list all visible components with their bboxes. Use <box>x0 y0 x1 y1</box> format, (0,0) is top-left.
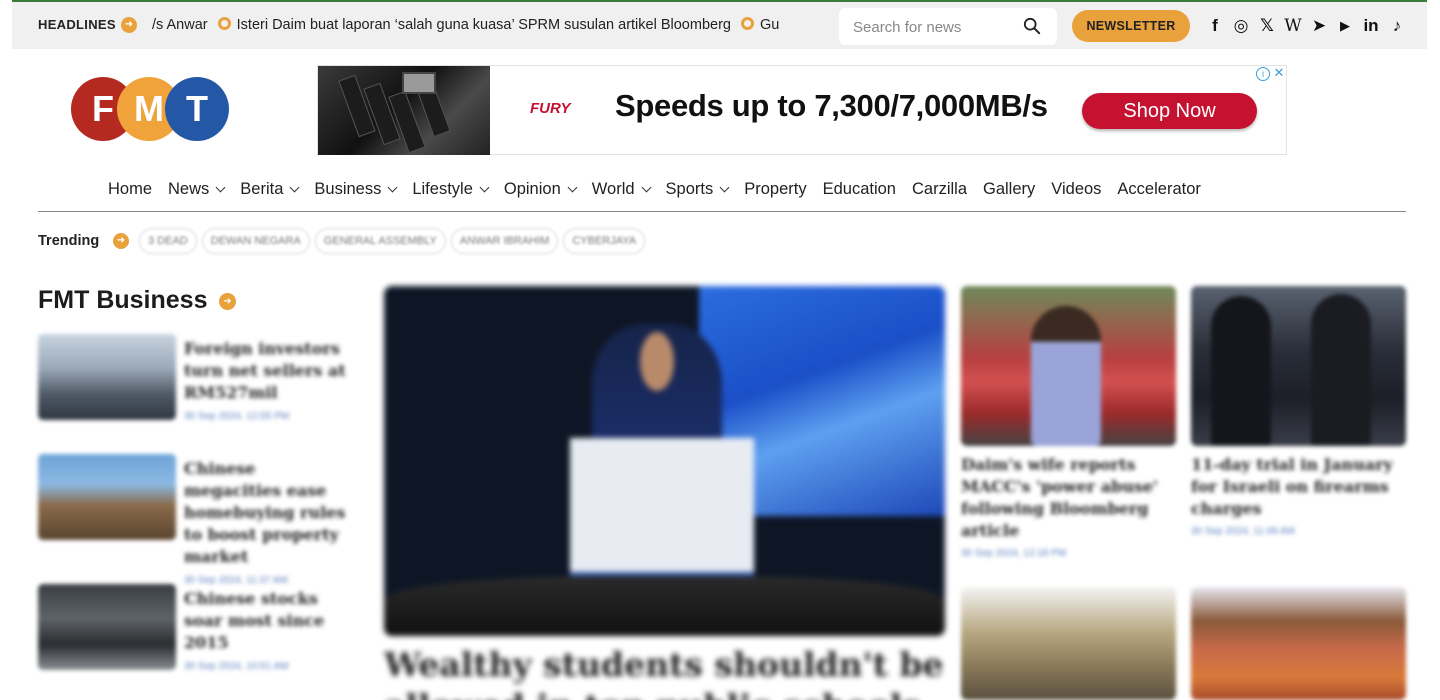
article-headline[interactable]: Chinese megacities ease homebuying rules… <box>184 458 356 588</box>
featured-article-headline[interactable]: Wealthy students shouldn't be allowed in… <box>384 644 945 700</box>
instagram-icon[interactable]: ◎ <box>1231 15 1251 37</box>
article-thumbnail[interactable] <box>38 454 176 540</box>
top-bar: HEADLINES ➜ /s Anwar Isteri Daim buat la… <box>12 0 1427 49</box>
newsletter-button[interactable]: NEWSLETTER <box>1072 10 1190 42</box>
search-icon[interactable] <box>1023 17 1041 35</box>
nav-item-label: Gallery <box>983 180 1036 198</box>
logo-letter-t: T <box>165 77 229 141</box>
social-links: f ◎ 𝕏 W ➤ ▶ in ♪ <box>1205 15 1407 37</box>
article-thumbnail[interactable] <box>961 587 1176 700</box>
nav-item-label: Opinion <box>503 180 561 198</box>
ticker-item[interactable]: Gu <box>741 14 779 36</box>
tiktok-icon[interactable]: ♪ <box>1387 15 1407 37</box>
nav-item-label: Home <box>108 180 153 198</box>
article-headline[interactable]: Foreign investors turn net sellers at RM… <box>184 338 356 424</box>
article-thumbnail[interactable] <box>1191 286 1406 446</box>
ad-close-icon[interactable]: ✕ <box>1272 66 1286 80</box>
chevron-down-icon[interactable] <box>567 182 578 193</box>
nav-item-label: Videos <box>1051 180 1102 198</box>
nav-item-carzilla[interactable]: Carzilla <box>912 180 967 199</box>
ad-brand-logo: FURY <box>530 100 571 117</box>
telegram-icon[interactable]: ➤ <box>1309 15 1329 37</box>
arrow-right-icon: ➜ <box>121 17 137 33</box>
article-date: 30 Sep 2024, 11:49 AM <box>1191 526 1295 537</box>
trending-tag[interactable]: 3 DEAD <box>139 228 197 254</box>
trending-tag[interactable]: CYBERJAYA <box>563 228 646 254</box>
nav-item-label: News <box>168 180 210 198</box>
nav-item-label: Lifestyle <box>412 180 473 198</box>
ad-info-icon[interactable]: i <box>1256 67 1270 81</box>
trending-label: Trending <box>38 233 100 249</box>
ad-headline: Speeds up to 7,300/7,000MB/s <box>615 88 1048 123</box>
nav-item-business[interactable]: Business <box>314 180 398 199</box>
wikipedia-icon[interactable]: W <box>1283 15 1303 37</box>
chevron-down-icon[interactable] <box>289 182 300 193</box>
advertisement-banner[interactable]: FURY Speeds up to 7,300/7,000MB/s Shop N… <box>317 65 1287 155</box>
featured-article-image[interactable] <box>384 286 945 636</box>
article-headline[interactable]: 11-day trial in January for Israeli on f… <box>1191 454 1406 539</box>
article-date: 30 Sep 2024, 11:37 AM <box>184 575 288 586</box>
nav-item-world[interactable]: World <box>591 180 651 199</box>
shop-now-button[interactable]: Shop Now <box>1082 93 1257 129</box>
linkedin-icon[interactable]: in <box>1361 15 1381 37</box>
nav-item-gallery[interactable]: Gallery <box>983 180 1035 199</box>
nav-item-property[interactable]: Property <box>744 180 806 199</box>
chevron-down-icon[interactable] <box>387 182 398 193</box>
nav-item-label: World <box>591 180 635 198</box>
search-input[interactable] <box>853 16 1013 38</box>
nav-item-news[interactable]: News <box>168 180 226 199</box>
article-thumbnail[interactable] <box>961 286 1176 446</box>
trending-tag[interactable]: GENERAL ASSEMBLY <box>314 228 446 254</box>
trending-tag[interactable]: ANWAR IBRAHIM <box>450 228 559 254</box>
nav-item-label: Business <box>314 180 382 198</box>
trending-tag[interactable]: DEWAN NEGARA <box>201 228 310 254</box>
headlines-label: HEADLINES <box>38 17 116 32</box>
ad-product-image <box>318 66 490 155</box>
bullet-icon <box>217 17 231 30</box>
nav-item-sports[interactable]: Sports <box>665 180 730 199</box>
headline-ticker: /s Anwar Isteri Daim buat laporan ‘salah… <box>146 14 823 38</box>
nav-item-accelerator[interactable]: Accelerator <box>1117 180 1200 199</box>
nav-item-opinion[interactable]: Opinion <box>503 180 578 199</box>
chevron-down-icon[interactable] <box>215 182 226 193</box>
nav-item-label: Sports <box>665 180 714 198</box>
arrow-right-icon[interactable]: ➜ <box>219 293 236 310</box>
chevron-down-icon[interactable] <box>641 182 651 193</box>
nav-item-berita[interactable]: Berita <box>240 180 300 199</box>
nav-item-label: Accelerator <box>1117 180 1201 198</box>
article-thumbnail[interactable] <box>38 584 176 670</box>
chevron-down-icon[interactable] <box>719 182 730 193</box>
nav-item-label: Carzilla <box>911 180 967 198</box>
ticker-item[interactable]: /s Anwar <box>152 14 208 36</box>
article-thumbnail[interactable] <box>38 334 176 420</box>
facebook-icon[interactable]: f <box>1205 15 1225 37</box>
search-box <box>839 8 1057 45</box>
article-date: 30 Sep 2024, 12:55 PM <box>184 411 290 422</box>
article-date: 30 Sep 2024, 12:18 PM <box>961 548 1067 559</box>
nav-item-label: Property <box>744 180 807 198</box>
chevron-down-icon[interactable] <box>479 182 490 193</box>
x-icon[interactable]: 𝕏 <box>1257 15 1277 37</box>
nav-item-home[interactable]: Home <box>108 180 152 199</box>
ticker-item[interactable]: Isteri Daim buat laporan ‘salah guna kua… <box>217 14 731 36</box>
nav-item-education[interactable]: Education <box>823 180 896 199</box>
nav-item-videos[interactable]: Videos <box>1051 180 1101 199</box>
nav-item-lifestyle[interactable]: Lifestyle <box>412 180 490 199</box>
trending-tags: 3 DEAD DEWAN NEGARA GENERAL ASSEMBLY ANW… <box>139 228 646 254</box>
bullet-icon <box>741 17 754 30</box>
article-thumbnail[interactable] <box>1191 587 1406 700</box>
youtube-icon[interactable]: ▶ <box>1335 15 1355 37</box>
article-date: 30 Sep 2024, 10:51 AM <box>184 661 289 672</box>
section-title[interactable]: FMT Business <box>38 286 207 315</box>
nav-item-label: Berita <box>240 180 284 198</box>
article-headline[interactable]: Daim's wife reports MACC's 'power abuse'… <box>961 454 1176 561</box>
main-nav: Home News Berita Business Lifestyle Opinion Wo… <box>38 178 1406 212</box>
arrow-right-icon: ➜ <box>113 233 129 249</box>
fmt-logo[interactable]: F M T <box>70 77 230 143</box>
article-headline[interactable]: Chinese stocks soar most since 2015 30 S… <box>184 588 356 674</box>
nav-item-label: Education <box>822 180 896 198</box>
